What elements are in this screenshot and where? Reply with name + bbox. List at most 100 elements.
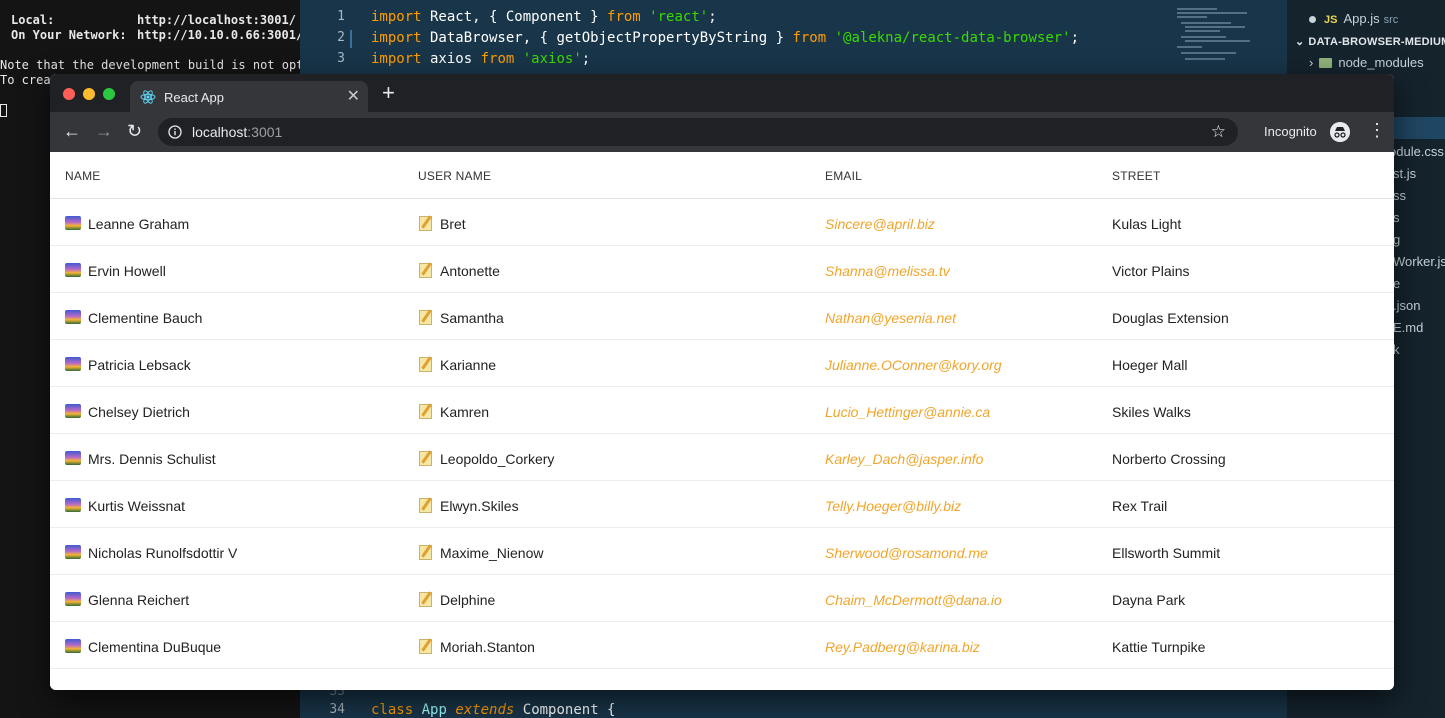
street-cell: Skiles Walks (1112, 404, 1191, 420)
code-token: import (371, 51, 422, 67)
code-token: axios (421, 51, 481, 67)
table-row[interactable]: Leanne Graham Bret Sincere@april.biz Kulas … (50, 199, 1394, 246)
email-link[interactable]: Sincere@april.biz (825, 216, 935, 232)
file-item[interactable]: E.md (1393, 320, 1423, 335)
username-text: Karianne (440, 357, 497, 373)
table-row[interactable]: Mrs. Dennis Schulist Leopoldo_Corkery Karl… (50, 434, 1394, 481)
file-item[interactable]: Worker.js (1393, 254, 1445, 269)
code-token: class (371, 702, 414, 718)
memo-icon (419, 451, 432, 466)
site-info-icon[interactable] (168, 125, 182, 139)
line-number: 3 (337, 51, 345, 66)
table-row[interactable]: Nicholas Runolfsdottir V Maxime_Nienow She… (50, 528, 1394, 575)
picture-icon (65, 357, 81, 371)
username-text: Kamren (440, 404, 490, 420)
email-link[interactable]: Rey.Padberg@karina.biz (825, 639, 980, 655)
username-cell: Leopoldo_Corkery (419, 451, 554, 467)
name-cell: Patricia Lebsack (65, 357, 191, 373)
memo-icon (419, 404, 432, 419)
close-tab-icon[interactable]: ✕ (347, 86, 360, 106)
table-row[interactable]: Kurtis Weissnat Elwyn.Skiles Telly.Hoeger@… (50, 481, 1394, 528)
back-arrow-icon[interactable]: ← (63, 122, 81, 140)
memo-icon (419, 498, 432, 513)
browser-toolbar: ← → ↻ localhost:3001 ☆ Incognito ⋮ (50, 112, 1394, 152)
file-item[interactable]: .json (1393, 298, 1420, 313)
forward-arrow-icon[interactable]: → (95, 122, 113, 140)
name-text: Mrs. Dennis Schulist (88, 451, 216, 467)
open-file-folder: src (1383, 14, 1399, 26)
react-logo-icon (140, 90, 156, 104)
line-number: 1 (337, 9, 345, 24)
tab-react-app[interactable]: React App ✕ (130, 81, 368, 112)
street-cell: Hoeger Mall (1112, 357, 1188, 373)
incognito-icon[interactable] (1330, 122, 1350, 142)
file-item[interactable]: st.js (1393, 166, 1416, 181)
name-text: Clementine Bauch (88, 310, 203, 326)
project-header[interactable]: ⌄ DATA-BROWSER-MEDIUM (1295, 35, 1445, 48)
email-link[interactable]: Sherwood@rosamond.me (825, 545, 988, 561)
new-tab-button[interactable]: + (382, 82, 395, 104)
minimize-window-icon[interactable] (83, 88, 95, 100)
email-link[interactable]: Karley_Dach@jasper.info (825, 451, 983, 467)
email-link[interactable]: Chaim_McDermott@dana.io (825, 592, 1002, 608)
column-header-username[interactable]: USER NAME (418, 169, 491, 183)
column-header-street[interactable]: STREET (1112, 169, 1161, 183)
column-header-name[interactable]: NAME (65, 169, 100, 183)
table-row[interactable]: Patricia Lebsack Karianne Julianne.OConner… (50, 340, 1394, 387)
incognito-label[interactable]: Incognito (1264, 124, 1317, 139)
street-cell: Kattie Turnpike (1112, 639, 1206, 655)
bookmark-star-icon[interactable]: ☆ (1211, 122, 1226, 142)
email-link[interactable]: Julianne.OConner@kory.org (825, 357, 1002, 373)
picture-icon (65, 263, 81, 277)
table-row[interactable]: Clementina DuBuque Moriah.Stanton Rey.Padb… (50, 622, 1394, 669)
username-cell: Moriah.Stanton (419, 639, 535, 655)
page-content: NAME USER NAME EMAIL STREET Leanne Graha… (50, 152, 1394, 690)
file-item[interactable]: e (1393, 276, 1400, 291)
name-text: Leanne Graham (88, 216, 190, 232)
file-item[interactable]: g (1393, 232, 1400, 247)
code-line-34[interactable]: class App extends Component { (371, 702, 616, 718)
memo-icon (419, 592, 432, 607)
email-link[interactable]: Lucio_Hettinger@annie.ca (825, 404, 990, 420)
editor-minimap[interactable] (1177, 6, 1272, 66)
address-bar[interactable]: localhost:3001 ☆ (158, 118, 1238, 146)
close-window-icon[interactable] (63, 88, 75, 100)
folder-node-modules[interactable]: › node_modules (1309, 55, 1424, 70)
code-token: import (371, 9, 422, 25)
table-row[interactable]: Chelsey Dietrich Kamren Lucio_Hettinger@an… (50, 387, 1394, 434)
code-token: '@alekna/react-data-browser' (834, 30, 1071, 46)
reload-icon[interactable]: ↻ (127, 122, 142, 140)
street-cell: Kulas Light (1112, 216, 1182, 232)
file-item[interactable]: odule.css (1389, 144, 1444, 159)
table-row[interactable]: Clementine Bauch Samantha Nathan@yesenia.n… (50, 293, 1394, 340)
maximize-window-icon[interactable] (103, 88, 115, 100)
terminal-local-url: http://localhost:3001/ (137, 13, 296, 27)
editor-change-marker (350, 30, 352, 48)
email-link[interactable]: Shanna@melissa.tv (825, 263, 950, 279)
email-link[interactable]: Nathan@yesenia.net (825, 310, 956, 326)
folder-icon (1319, 58, 1333, 68)
table-row[interactable]: Ervin Howell Antonette Shanna@melissa.tv Vi… (50, 246, 1394, 293)
column-header-email[interactable]: EMAIL (825, 169, 862, 183)
username-text: Delphine (440, 592, 496, 608)
username-text: Elwyn.Skiles (440, 498, 519, 514)
terminal-local-label: Local: (11, 13, 55, 27)
username-text: Leopoldo_Corkery (440, 451, 555, 467)
street-cell: Dayna Park (1112, 592, 1186, 608)
line-number: 2 (337, 30, 345, 45)
code-line-3[interactable]: import axios from 'axios'; (371, 51, 590, 67)
code-line-2[interactable]: import DataBrowser, { getObjectPropertyB… (371, 30, 1079, 46)
open-file-item[interactable]: JS App.js src (1309, 11, 1398, 26)
name-text: Chelsey Dietrich (88, 404, 190, 420)
name-text: Kurtis Weissnat (88, 498, 185, 514)
chevron-down-icon: ⌄ (1295, 36, 1305, 48)
picture-icon (65, 451, 81, 465)
table-row[interactable]: Glenna Reichert Delphine Chaim_McDermott@d… (50, 575, 1394, 622)
code-line-1[interactable]: import React, { Component } from 'react'… (371, 9, 717, 25)
username-cell: Elwyn.Skiles (419, 498, 519, 514)
email-link[interactable]: Telly.Hoeger@billy.biz (825, 498, 961, 514)
picture-icon (65, 216, 81, 230)
file-item[interactable]: ss (1393, 188, 1406, 203)
more-menu-icon[interactable]: ⋮ (1368, 120, 1386, 141)
line-number: 34 (329, 702, 345, 717)
